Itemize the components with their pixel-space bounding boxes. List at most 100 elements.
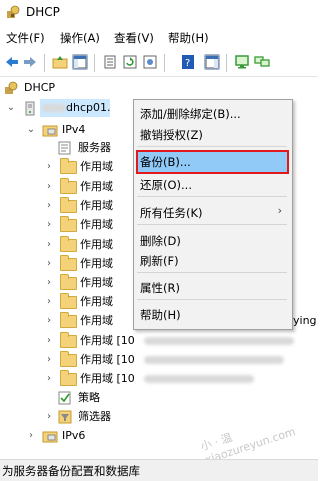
tree-node-scope[interactable]: › 作用域 [10 bbox=[44, 350, 314, 370]
chevron-right-icon[interactable]: › bbox=[44, 215, 54, 235]
tree-node-label: 策略 bbox=[78, 391, 100, 404]
tree-node-scope[interactable]: › 作用域 [10 bbox=[44, 369, 314, 389]
chevron-down-icon[interactable]: ⌄ bbox=[26, 120, 36, 140]
redacted-text bbox=[144, 337, 294, 345]
folder-icon bbox=[60, 216, 77, 232]
folder-icon bbox=[60, 158, 77, 174]
tree-node-server[interactable]: ⌄ dhcp01. bbox=[6, 98, 110, 118]
menu-item-help[interactable]: 帮助(H) bbox=[140, 307, 181, 323]
folder-icon bbox=[60, 236, 77, 252]
menu-item-restore[interactable]: 还原(O)... bbox=[140, 177, 192, 193]
chevron-right-icon[interactable]: › bbox=[44, 350, 54, 370]
chevron-right-icon[interactable]: › bbox=[44, 292, 54, 312]
svg-text:?: ? bbox=[185, 58, 190, 69]
tree-node-label: 作用域 bbox=[80, 276, 113, 289]
title-bar: DHCP bbox=[0, 0, 318, 24]
menu-item-add-remove-bindings[interactable]: 添加/删除绑定(B)... bbox=[140, 106, 241, 122]
menu-help[interactable]: 帮助(H) bbox=[168, 30, 209, 46]
tree-node-label: 作用域 bbox=[80, 199, 113, 212]
tree-node-label: IPv6 bbox=[62, 429, 86, 442]
tree-node-scope[interactable]: › 作用域 bbox=[44, 196, 134, 216]
tree-node-scope[interactable]: › 作用域 bbox=[44, 292, 134, 312]
chevron-right-icon[interactable]: › bbox=[26, 426, 36, 446]
tree-node-label: IPv4 bbox=[62, 123, 86, 136]
folder-icon bbox=[60, 178, 77, 194]
menu-bar: 文件(F) 操作(A) 查看(V) 帮助(H) bbox=[0, 27, 318, 47]
menu-item-properties[interactable]: 属性(R) bbox=[140, 280, 180, 296]
status-text: 为服务器备份配置和数据库 bbox=[2, 464, 140, 478]
menu-item-refresh[interactable]: 刷新(F) bbox=[140, 253, 179, 269]
redacted-text bbox=[144, 356, 284, 364]
server-name-highlight: dhcp01. bbox=[40, 99, 110, 117]
forward-arrow-icon[interactable] bbox=[22, 54, 38, 70]
tree-node-scope[interactable]: › 作用域 bbox=[44, 177, 134, 197]
tree-node-label: 作用域 bbox=[80, 295, 113, 308]
toolbar-separator bbox=[226, 54, 227, 72]
toolbar-separator bbox=[164, 54, 165, 72]
chevron-right-icon[interactable]: › bbox=[44, 254, 54, 274]
menu-separator bbox=[137, 146, 287, 147]
folder-icon bbox=[60, 293, 77, 309]
policies-icon bbox=[58, 391, 71, 405]
folder-icon bbox=[60, 197, 77, 213]
tree-node-scope[interactable]: › 作用域 [10 bbox=[44, 331, 314, 351]
status-bar: 为服务器备份配置和数据库 bbox=[0, 459, 318, 481]
monitor-icon[interactable] bbox=[234, 54, 250, 70]
tree-node-scope[interactable]: › 作用域 bbox=[44, 273, 134, 293]
show-hide-tree-icon[interactable] bbox=[72, 54, 88, 70]
tree-node-label: 作用域 bbox=[80, 257, 113, 270]
server-icon bbox=[25, 101, 35, 116]
tree-node-scope[interactable]: › 作用域 bbox=[44, 157, 134, 177]
redacted-text bbox=[42, 104, 66, 112]
submenu-arrow-icon: › bbox=[277, 204, 282, 217]
tree-node-scope[interactable]: › 作用域 bbox=[44, 215, 134, 235]
back-arrow-icon[interactable] bbox=[4, 54, 20, 70]
properties-icon[interactable] bbox=[142, 54, 158, 70]
chevron-right-icon[interactable]: › bbox=[44, 235, 54, 255]
folder-icon bbox=[60, 255, 77, 271]
refresh-icon[interactable] bbox=[122, 54, 138, 70]
server-name: dhcp01. bbox=[66, 101, 111, 114]
menu-file[interactable]: 文件(F) bbox=[6, 30, 45, 46]
chevron-right-icon[interactable]: › bbox=[44, 407, 54, 427]
menu-separator bbox=[137, 299, 287, 300]
chevron-right-icon[interactable]: › bbox=[44, 157, 54, 177]
console-icon[interactable] bbox=[204, 54, 220, 70]
tree-node-label: 作用域 [10 bbox=[80, 372, 135, 385]
menu-item-unauthorize[interactable]: 撤销授权(Z) bbox=[140, 127, 203, 143]
dhcp-icon bbox=[5, 81, 18, 94]
menu-item-delete[interactable]: 删除(D) bbox=[140, 233, 181, 249]
help-icon[interactable]: ? bbox=[180, 54, 196, 70]
chevron-right-icon[interactable]: › bbox=[44, 177, 54, 197]
chevron-right-icon[interactable]: › bbox=[44, 331, 54, 351]
chevron-right-icon[interactable]: › bbox=[44, 196, 54, 216]
tree-node-label: 作用域 [10 bbox=[80, 334, 135, 347]
ipv4-icon bbox=[42, 125, 58, 137]
menu-item-all-tasks[interactable]: 所有任务(K) bbox=[140, 205, 203, 221]
tree-node-label: 作用域 [10 bbox=[80, 353, 135, 366]
tree-node-scope[interactable]: › 作用域 bbox=[44, 235, 134, 255]
folder-icon bbox=[60, 332, 77, 348]
menu-item-backup[interactable]: 备份(B)... bbox=[140, 154, 191, 170]
tree-node-label: DHCP bbox=[24, 81, 56, 94]
network-icon[interactable] bbox=[254, 54, 270, 70]
export-list-icon[interactable] bbox=[102, 54, 118, 70]
context-menu: 添加/删除绑定(B)... 撤销授权(Z) 备份(B)... 还原(O)... … bbox=[133, 99, 293, 330]
menu-separator bbox=[137, 272, 287, 273]
tree-node-scope[interactable]: › 作用域 bbox=[44, 254, 134, 274]
server-options-icon bbox=[58, 141, 71, 155]
folder-icon bbox=[60, 351, 77, 367]
tree-node-label: 作用域 bbox=[80, 218, 113, 231]
chevron-right-icon[interactable]: › bbox=[44, 369, 54, 389]
tree-node-label: 筛选器 bbox=[78, 410, 111, 423]
tree-node-label: 作用域 bbox=[80, 160, 113, 173]
up-folder-icon[interactable] bbox=[52, 54, 68, 70]
chevron-down-icon[interactable]: ⌄ bbox=[6, 98, 16, 118]
redacted-text bbox=[144, 375, 254, 383]
tree-node-label: 服务器 bbox=[78, 141, 111, 154]
menu-view[interactable]: 查看(V) bbox=[114, 30, 154, 46]
menu-action[interactable]: 操作(A) bbox=[60, 30, 100, 46]
chevron-right-icon[interactable]: › bbox=[44, 273, 54, 293]
tree-node-label: 作用域 bbox=[80, 238, 113, 251]
folder-icon bbox=[60, 370, 77, 386]
